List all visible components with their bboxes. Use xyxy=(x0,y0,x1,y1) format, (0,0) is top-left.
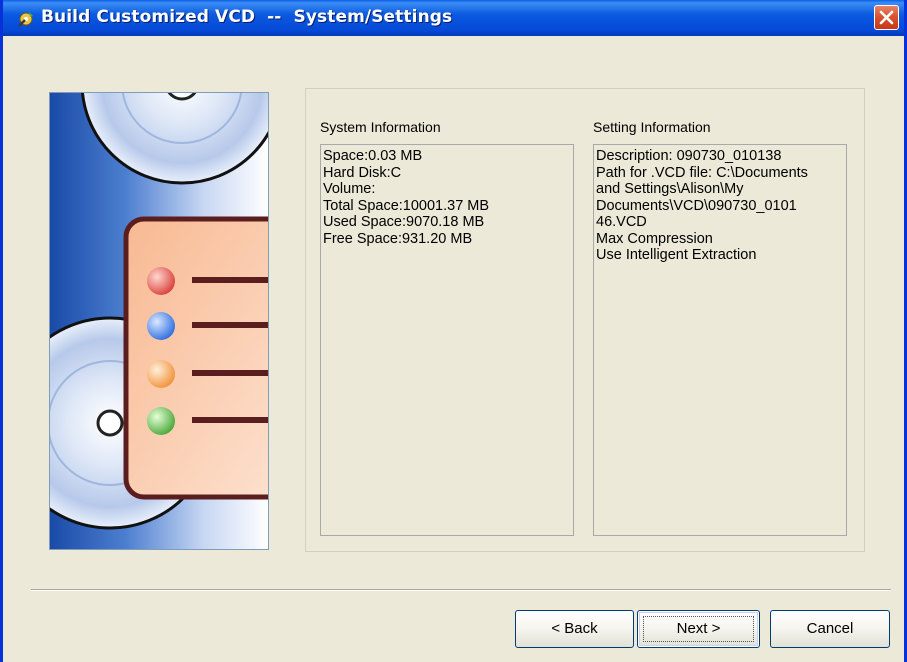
system-info-textbox[interactable]: Space:0.03 MB Hard Disk:C Volume: Total … xyxy=(320,144,574,536)
system-info-line: Hard Disk:C xyxy=(323,164,402,181)
system-info-line: Volume: xyxy=(323,181,376,197)
title-bar[interactable]: Build Customized VCD -- System/Settings xyxy=(3,0,904,36)
setting-info-line: Description: 090730_010138 xyxy=(596,148,782,164)
next-button[interactable]: Next > xyxy=(637,610,760,648)
info-panel: System Information Space:0.03 MB Hard Di… xyxy=(305,88,865,552)
wizard-side-image xyxy=(49,92,269,550)
setting-info-textbox[interactable]: Description: 090730_010138 Path for .VCD… xyxy=(593,144,847,536)
dialog-window: Build Customized VCD -- System/Settings xyxy=(0,0,907,662)
setting-info-line: Path for .VCD file: C:\Documents xyxy=(596,164,808,181)
setting-info-line: Documents\VCD\090730_0101 xyxy=(596,197,797,214)
system-info-line: Space:0.03 MB xyxy=(323,148,423,164)
cancel-button[interactable]: Cancel xyxy=(770,610,890,648)
system-info-line: Used Space:9070.18 MB xyxy=(323,214,485,230)
setting-info-line: Max Compression xyxy=(596,230,713,247)
app-wizard-icon xyxy=(18,12,33,27)
close-button[interactable] xyxy=(874,5,899,30)
system-info-line: Free Space:931.20 MB xyxy=(323,230,473,247)
window-title: Build Customized VCD -- System/Settings xyxy=(41,7,453,27)
close-icon xyxy=(879,10,894,25)
back-button[interactable]: < Back xyxy=(515,610,634,648)
setting-info-label: Setting Information xyxy=(593,119,711,135)
footer-separator xyxy=(31,589,891,591)
system-info-label: System Information xyxy=(320,119,441,135)
setting-info-line: and Settings\Alison\My xyxy=(596,181,744,197)
setting-info-line: 46.VCD xyxy=(596,214,647,230)
system-info-line: Total Space:10001.37 MB xyxy=(323,197,490,214)
setting-info-line: Use Intelligent Extraction xyxy=(596,247,757,263)
